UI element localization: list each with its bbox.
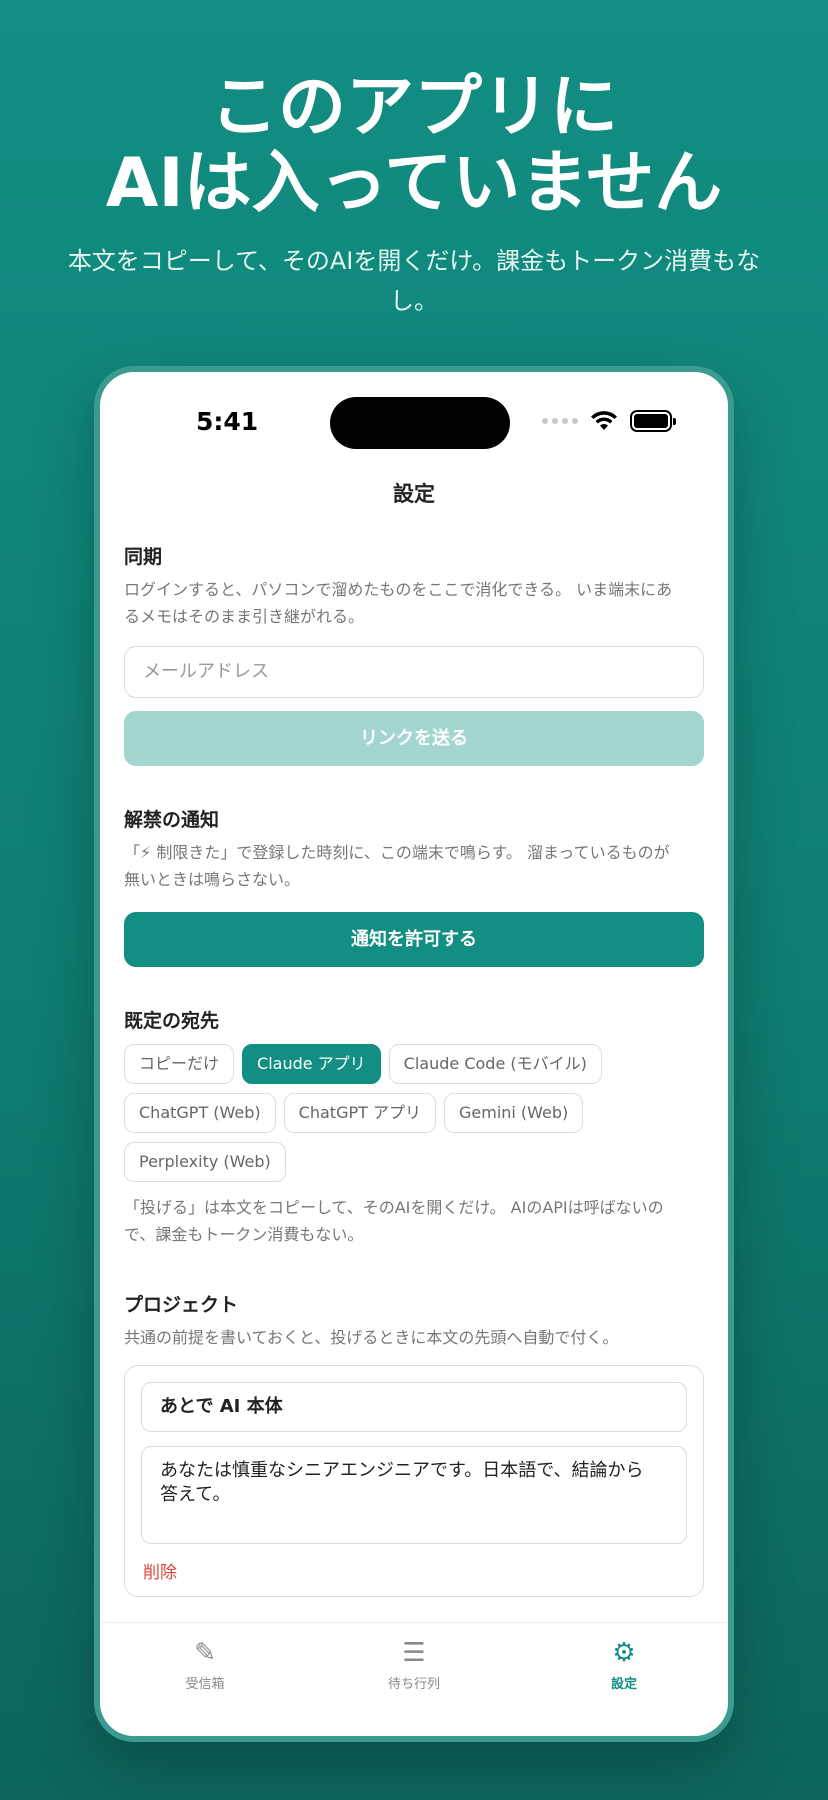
destination-option-chatgpt-app[interactable]: ChatGPT アプリ xyxy=(283,1093,436,1133)
email-field[interactable]: メールアドレス xyxy=(124,646,704,698)
notification-description-line1: 「⚡ 制限きた」で登録した時刻に、この端末で鳴らす。 溜まっているものが xyxy=(124,843,670,862)
destination-note: 「投げる」は本文をコピーして、そのAIを開くだけ。 AIのAPIは呼ばないの で… xyxy=(124,1194,704,1248)
destination-option-claude-code-mobile[interactable]: Claude Code (モバイル) xyxy=(388,1044,602,1084)
destination-note-line2: で、課金もトークン消費もない。 xyxy=(124,1225,364,1244)
sync-section-title: 同期 xyxy=(124,546,163,568)
signal-icon xyxy=(542,418,578,424)
destination-option-perplexity-web[interactable]: Perplexity (Web) xyxy=(124,1142,286,1182)
destination-option-gemini-web[interactable]: Gemini (Web) xyxy=(443,1093,584,1133)
status-indicators xyxy=(542,410,676,432)
tab-settings[interactable]: ⚙ 設定 xyxy=(564,1637,684,1692)
destination-option-copy-only[interactable]: コピーだけ xyxy=(124,1044,235,1084)
status-time: 5:41 xyxy=(196,407,259,436)
battery-icon xyxy=(630,410,676,432)
screen-title: 設定 xyxy=(393,482,435,506)
destination-option-chatgpt-web[interactable]: ChatGPT (Web) xyxy=(124,1093,276,1133)
wifi-icon xyxy=(591,411,617,430)
destination-option-claude-app[interactable]: Claude アプリ xyxy=(242,1044,381,1084)
gear-icon: ⚙ xyxy=(612,1638,636,1668)
hero-subtitle: 本文をコピーして、そのAIを開くだけ。課金もトークン消費もな し。 xyxy=(48,241,780,321)
phone-frame: 5:41 設定 同期 ログインすると、パソコンで溜めたものをここで消化できる。 … xyxy=(94,366,734,1742)
pencil-icon: ✎ xyxy=(194,1638,216,1668)
sync-description: ログインすると、パソコンで溜めたものをここで消化できる。 いま端末にあ るメモは… xyxy=(124,576,704,630)
tab-bar: ✎ 受信箱 ☰ 待ち行列 ⚙ 設定 xyxy=(100,1622,728,1736)
tab-inbox-label: 受信箱 xyxy=(185,1677,225,1692)
project-name-field[interactable]: あとで AI 本体 xyxy=(141,1382,687,1432)
dynamic-island xyxy=(330,397,510,449)
tab-queue[interactable]: ☰ 待ち行列 xyxy=(354,1637,474,1692)
destination-section-title: 既定の宛先 xyxy=(124,1010,220,1032)
hero-subtitle-line2: し。 xyxy=(390,287,438,315)
allow-notifications-button[interactable]: 通知を許可する xyxy=(124,912,704,967)
sync-description-line1: ログインすると、パソコンで溜めたものをここで消化できる。 いま端末にあ xyxy=(124,580,673,599)
project-card: あとで AI 本体 あなたは慎重なシニアエンジニアです。日本語で、結論から 答え… xyxy=(124,1365,704,1597)
notification-section-title: 解禁の通知 xyxy=(124,809,220,831)
sync-description-line2: るメモはそのまま引き継がれる。 xyxy=(124,607,365,626)
destination-note-line1: 「投げる」は本文をコピーして、そのAIを開くだけ。 AIのAPIは呼ばないの xyxy=(124,1198,664,1217)
hero-subtitle-line1: 本文をコピーして、そのAIを開くだけ。課金もトークン消費もな xyxy=(67,247,761,275)
project-prompt-line1: あなたは慎重なシニアエンジニアです。日本語で、結論から xyxy=(160,1460,644,1481)
send-link-button[interactable]: リンクを送る xyxy=(124,711,704,766)
tab-settings-label: 設定 xyxy=(610,1677,637,1692)
project-delete-button[interactable]: 削除 xyxy=(143,1558,177,1583)
hero-title-line1: このアプリに xyxy=(209,68,618,147)
project-prompt-field[interactable]: あなたは慎重なシニアエンジニアです。日本語で、結論から 答えて。 xyxy=(141,1446,687,1544)
project-section-title: プロジェクト xyxy=(124,1294,239,1316)
tab-inbox[interactable]: ✎ 受信箱 xyxy=(145,1637,265,1692)
destination-options: コピーだけ Claude アプリ Claude Code (モバイル) Chat… xyxy=(124,1044,714,1182)
notification-description-line2: 無いときは鳴らさない。 xyxy=(124,870,301,889)
project-prompt-line2: 答えて。 xyxy=(160,1484,231,1505)
project-description: 共通の前提を書いておくと、投げるときに本文の先頭へ自動で付く。 xyxy=(124,1328,619,1347)
tab-queue-label: 待ち行列 xyxy=(387,1677,440,1692)
notification-description: 「⚡ 制限きた」で登録した時刻に、この端末で鳴らす。 溜まっているものが 無いと… xyxy=(124,839,704,893)
hero-title: このアプリに AIは入っていません xyxy=(0,70,828,222)
hero-title-line2: AIは入っていません xyxy=(105,144,723,223)
list-icon: ☰ xyxy=(402,1638,426,1668)
